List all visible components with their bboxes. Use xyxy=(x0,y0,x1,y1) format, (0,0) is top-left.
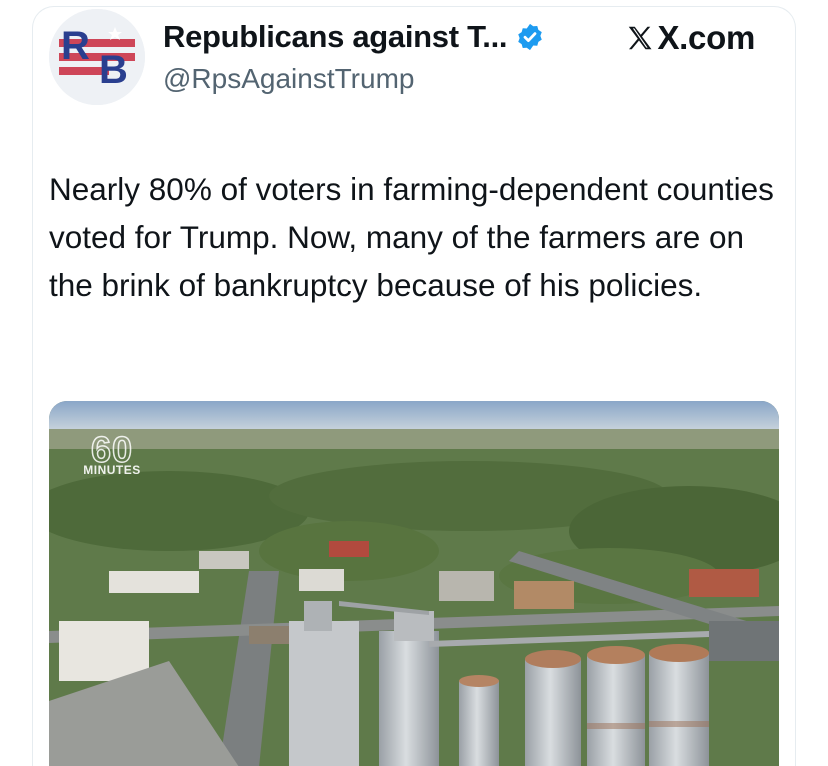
avatar[interactable]: R B xyxy=(49,9,145,105)
post-media-image[interactable]: 60 MINUTES xyxy=(49,401,779,766)
svg-text:B: B xyxy=(99,48,128,92)
channel-logo-word: MINUTES xyxy=(83,463,141,477)
post-text: Nearly 80% of voters in farming-dependen… xyxy=(49,171,774,303)
svg-text:R: R xyxy=(61,24,90,68)
channel-logo: 60 MINUTES xyxy=(73,428,151,479)
display-name[interactable]: Republicans against T... xyxy=(163,19,508,55)
user-handle[interactable]: @RpsAgainstTrump xyxy=(163,63,414,95)
post-header: Republicans against T... xyxy=(163,17,545,57)
avatar-logo-icon: R B xyxy=(49,9,145,105)
brand-text: X.com xyxy=(657,19,755,56)
brand-mark: X.com xyxy=(625,19,755,57)
x-logo-icon xyxy=(625,23,655,53)
verified-badge-icon xyxy=(515,22,545,52)
tweet-card[interactable]: R B Republicans against T... @RpsAgainst… xyxy=(32,6,796,766)
aerial-town-photo xyxy=(49,401,779,766)
